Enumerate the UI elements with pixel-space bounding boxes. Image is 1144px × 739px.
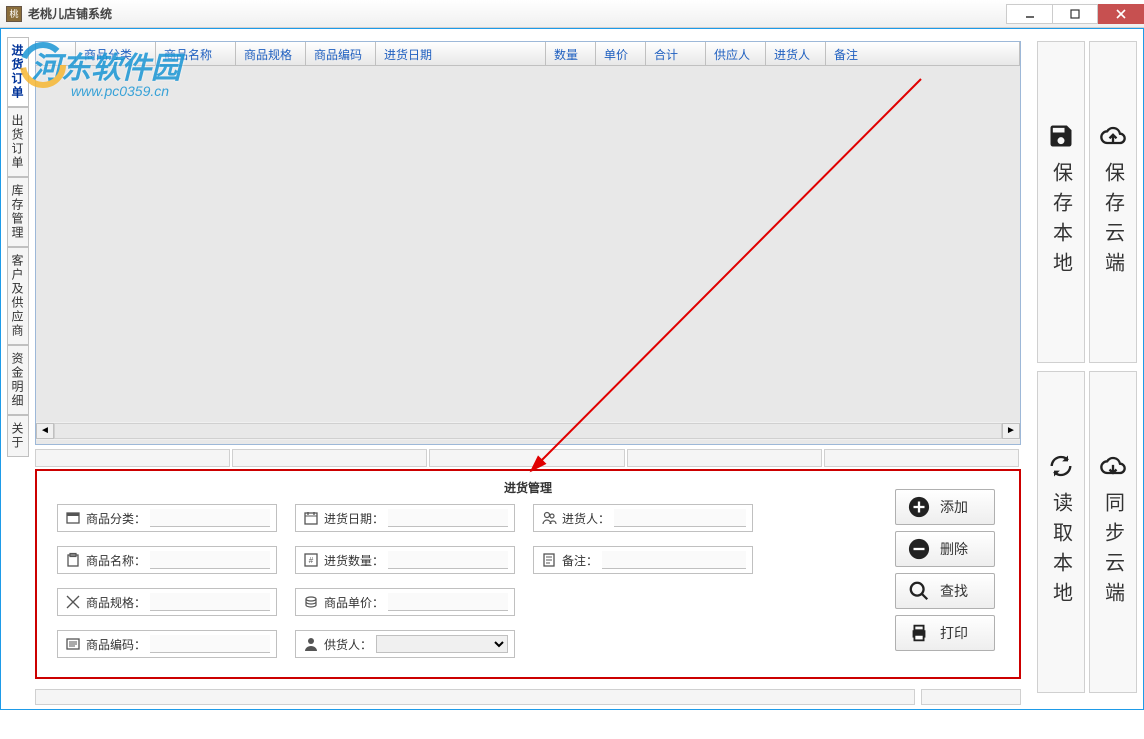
scroll-right-button[interactable]: ► — [1002, 423, 1020, 439]
window-title: 老桃儿店铺系统 — [28, 5, 1006, 22]
cloud-upload-icon — [1099, 122, 1127, 150]
code-input[interactable] — [150, 635, 270, 653]
close-icon — [1115, 8, 1127, 20]
form-title: 进货管理 — [57, 479, 999, 496]
col-qty[interactable]: 数量 — [546, 42, 596, 65]
field-date: 进货日期： — [295, 504, 515, 532]
name-input[interactable] — [150, 551, 270, 569]
scroll-track[interactable] — [54, 423, 1002, 439]
field-code: 商品编码： — [57, 630, 277, 658]
sync-cloud-label: 同步云端 — [1099, 492, 1128, 612]
status-segment-main — [35, 689, 915, 705]
qty-input[interactable] — [388, 551, 508, 569]
save-cloud-button[interactable]: 保存云端 — [1089, 41, 1137, 363]
note-icon — [540, 551, 558, 569]
category-icon — [64, 509, 82, 527]
status-bar — [35, 689, 1021, 705]
plus-icon — [908, 496, 930, 518]
tab-purchase-orders[interactable]: 进货订单 — [7, 37, 29, 107]
col-name[interactable]: 商品名称 — [156, 42, 236, 65]
table-body-empty — [36, 66, 1020, 422]
window-maximize-button[interactable] — [1052, 4, 1098, 24]
minimize-icon — [1025, 9, 1035, 19]
table-hscrollbar[interactable]: ◄ ► — [36, 422, 1020, 440]
code-icon — [64, 635, 82, 653]
field-spec: 商品规格： — [57, 588, 277, 616]
field-qty: # 进货数量： — [295, 546, 515, 574]
find-button[interactable]: 查找 — [895, 573, 995, 609]
minus-icon — [908, 538, 930, 560]
date-input[interactable] — [388, 509, 508, 527]
left-tab-strip: 进货订单 出货订单 库存管理 客户及供应商 资金明细 关于 — [7, 37, 29, 457]
status-segment-right — [921, 689, 1021, 705]
svg-text:#: # — [309, 556, 314, 565]
person-icon — [302, 635, 320, 653]
sync-cloud-button[interactable]: 同步云端 — [1089, 371, 1137, 693]
printer-icon — [908, 622, 930, 644]
tab-customers-suppliers[interactable]: 客户及供应商 — [7, 247, 29, 345]
save-local-button[interactable]: 保存本地 — [1037, 41, 1085, 363]
field-category: 商品分类： — [57, 504, 277, 532]
tab-about[interactable]: 关于 — [7, 415, 29, 457]
save-local-label: 保存本地 — [1047, 162, 1076, 282]
field-buyer: 进货人： — [533, 504, 753, 532]
qty-icon: # — [302, 551, 320, 569]
search-icon — [908, 580, 930, 602]
delete-label: 删除 — [940, 539, 968, 559]
refresh-icon — [1047, 452, 1075, 480]
tab-inventory[interactable]: 库存管理 — [7, 177, 29, 247]
print-button[interactable]: 打印 — [895, 615, 995, 651]
table-header-row: 商品分类 商品名称 商品规格 商品编码 进货日期 数量 单价 合计 供应人 进货… — [36, 42, 1020, 66]
supplier-select[interactable] — [376, 635, 508, 653]
purchase-form-panel: 进货管理 商品分类： 进货日期： 进货人： — [35, 469, 1021, 679]
buyer-icon — [540, 509, 558, 527]
window-close-button[interactable] — [1098, 4, 1144, 24]
col-buyer[interactable]: 进货人 — [766, 42, 826, 65]
find-label: 查找 — [940, 581, 968, 601]
scroll-left-button[interactable]: ◄ — [36, 423, 54, 439]
delete-button[interactable]: 删除 — [895, 531, 995, 567]
col-price[interactable]: 单价 — [596, 42, 646, 65]
purchase-table[interactable]: 商品分类 商品名称 商品规格 商品编码 进货日期 数量 单价 合计 供应人 进货… — [35, 41, 1021, 445]
clipboard-icon — [64, 551, 82, 569]
col-spec[interactable]: 商品规格 — [236, 42, 306, 65]
calendar-icon — [302, 509, 320, 527]
buyer-input[interactable] — [614, 509, 746, 527]
field-supplier: 供货人： — [295, 630, 515, 658]
col-total[interactable]: 合计 — [646, 42, 706, 65]
price-input[interactable] — [388, 593, 508, 611]
save-icon — [1047, 122, 1075, 150]
col-category[interactable]: 商品分类 — [76, 42, 156, 65]
tab-finance[interactable]: 资金明细 — [7, 345, 29, 415]
right-panel-strip: 保存本地 读取本地 保存云端 同步云端 — [1037, 41, 1137, 693]
field-name: 商品名称： — [57, 546, 277, 574]
app-icon: 桃 — [6, 6, 22, 22]
window-titlebar: 桃 老桃儿店铺系统 — [0, 0, 1144, 28]
category-input[interactable] — [150, 509, 270, 527]
spec-input[interactable] — [150, 593, 270, 611]
window-minimize-button[interactable] — [1006, 4, 1052, 24]
col-date[interactable]: 进货日期 — [376, 42, 546, 65]
read-local-button[interactable]: 读取本地 — [1037, 371, 1085, 693]
cloud-download-icon — [1099, 452, 1127, 480]
maximize-icon — [1070, 9, 1080, 19]
print-label: 打印 — [940, 623, 968, 643]
splitter-row[interactable] — [35, 449, 1021, 467]
read-local-label: 读取本地 — [1047, 492, 1076, 612]
field-note: 备注： — [533, 546, 753, 574]
add-label: 添加 — [940, 497, 968, 517]
price-icon — [302, 593, 320, 611]
spec-icon — [64, 593, 82, 611]
note-input[interactable] — [602, 551, 746, 569]
field-price: 商品单价： — [295, 588, 515, 616]
save-cloud-label: 保存云端 — [1099, 162, 1128, 282]
add-button[interactable]: 添加 — [895, 489, 995, 525]
col-supplier[interactable]: 供应人 — [706, 42, 766, 65]
tab-sales-orders[interactable]: 出货订单 — [7, 107, 29, 177]
col-code[interactable]: 商品编码 — [306, 42, 376, 65]
col-note[interactable]: 备注 — [826, 42, 1020, 65]
